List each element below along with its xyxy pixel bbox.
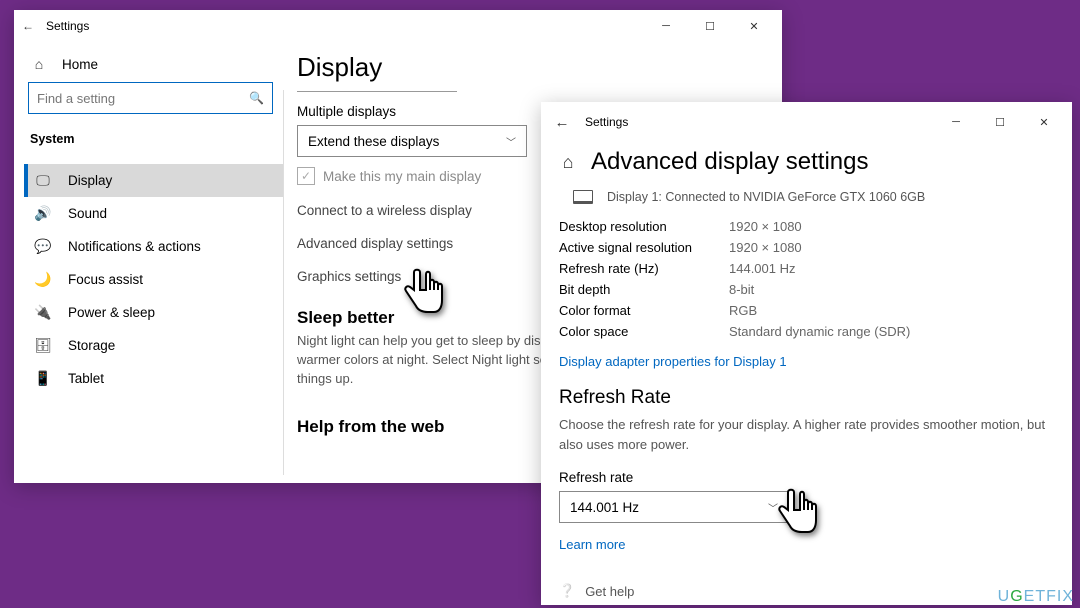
learn-more-link[interactable]: Learn more (559, 537, 1054, 552)
sidebar-icon: 🗄 (34, 337, 52, 354)
close-button[interactable]: ✕ (732, 11, 776, 41)
info-row: Color spaceStandard dynamic range (SDR) (559, 321, 1054, 342)
sidebar-item-label: Focus assist (68, 272, 143, 287)
page-title: Advanced display settings (591, 148, 869, 176)
info-row: Refresh rate (Hz)144.001 Hz (559, 258, 1054, 279)
section-label: System (24, 126, 283, 160)
sidebar-icon: 🌙 (34, 271, 52, 288)
page-title: Display (297, 52, 772, 83)
chevron-down-icon: ﹀ (506, 134, 516, 149)
advanced-settings-window: ← Settings ─ ☐ ✕ ⌂ Advanced display sett… (541, 102, 1072, 605)
sidebar-icon: 🔊 (34, 205, 52, 222)
search-input[interactable]: Find a setting 🔍 (28, 82, 273, 114)
close-button[interactable]: ✕ (1022, 107, 1066, 137)
multiple-displays-dropdown[interactable]: Extend these displays ﹀ (297, 125, 527, 157)
info-row: Color formatRGB (559, 300, 1054, 321)
display-connected-info: Display 1: Connected to NVIDIA GeForce G… (573, 190, 1054, 204)
info-value: Standard dynamic range (SDR) (729, 324, 910, 339)
info-value: 144.001 Hz (729, 261, 796, 276)
window-title: Settings (46, 19, 89, 33)
watermark: UGETFIX (998, 588, 1074, 606)
home-icon[interactable]: ⌂ (559, 152, 577, 173)
refresh-rate-label: Refresh rate (559, 470, 1054, 485)
sidebar-item-label: Tablet (68, 371, 104, 386)
info-key: Color space (559, 324, 729, 339)
sidebar-item-label: Storage (68, 338, 115, 353)
info-value: RGB (729, 303, 757, 318)
back-icon[interactable]: ← (20, 19, 36, 33)
home-button[interactable]: ⌂ Home (24, 50, 283, 82)
sidebar-item-label: Notifications & actions (68, 239, 201, 254)
display-connected-text: Display 1: Connected to NVIDIA GeForce G… (607, 190, 925, 204)
get-help-link[interactable]: ❔ Get help (559, 583, 634, 599)
maximize-button[interactable]: ☐ (978, 107, 1022, 137)
info-row: Bit depth8-bit (559, 279, 1054, 300)
info-value: 1920 × 1080 (729, 240, 802, 255)
info-row: Active signal resolution1920 × 1080 (559, 237, 1054, 258)
back-button[interactable]: ← (547, 114, 577, 131)
sidebar-item-notifications-actions[interactable]: 💬 Notifications & actions (24, 230, 283, 263)
refresh-rate-heading: Refresh Rate (559, 387, 1054, 409)
info-key: Refresh rate (Hz) (559, 261, 729, 276)
chevron-down-icon: ﹀ (768, 500, 778, 515)
sidebar-icon: 💬 (34, 238, 52, 255)
search-icon: 🔍 (249, 91, 264, 105)
info-key: Desktop resolution (559, 219, 729, 234)
help-icon: ❔ (559, 583, 575, 599)
home-icon: ⌂ (30, 56, 48, 72)
search-placeholder: Find a setting (37, 91, 115, 106)
titlebar: ← Settings ─ ☐ ✕ (541, 102, 1072, 142)
refresh-rate-dropdown[interactable]: 144.001 Hz ﹀ (559, 491, 789, 523)
sidebar-item-storage[interactable]: 🗄 Storage (24, 329, 283, 362)
maximize-button[interactable]: ☐ (688, 11, 732, 41)
refresh-rate-description: Choose the refresh rate for your display… (559, 415, 1054, 454)
info-key: Bit depth (559, 282, 729, 297)
sidebar: ⌂ Home Find a setting 🔍 System 🖵 Display 🔊… (14, 42, 283, 483)
make-main-label: Make this my main display (323, 169, 481, 184)
sidebar-item-label: Display (68, 173, 112, 188)
sidebar-item-display[interactable]: 🖵 Display (24, 164, 283, 197)
checkbox-icon: ✓ (297, 167, 315, 185)
sidebar-icon: 🔌 (34, 304, 52, 321)
monitor-icon (573, 190, 593, 204)
titlebar: ← Settings ─ ☐ ✕ (14, 10, 782, 42)
multiple-displays-value: Extend these displays (308, 134, 439, 149)
sidebar-item-label: Sound (68, 206, 107, 221)
minimize-button[interactable]: ─ (644, 11, 688, 41)
home-label: Home (62, 57, 98, 72)
info-value: 8-bit (729, 282, 754, 297)
sidebar-item-focus-assist[interactable]: 🌙 Focus assist (24, 263, 283, 296)
sidebar-item-power-sleep[interactable]: 🔌 Power & sleep (24, 296, 283, 329)
sidebar-item-tablet[interactable]: 📱 Tablet (24, 362, 283, 395)
sidebar-icon: 📱 (34, 370, 52, 387)
sidebar-item-sound[interactable]: 🔊 Sound (24, 197, 283, 230)
info-row: Desktop resolution1920 × 1080 (559, 216, 1054, 237)
refresh-rate-value: 144.001 Hz (570, 500, 639, 515)
info-key: Color format (559, 303, 729, 318)
window-title: Settings (585, 115, 628, 129)
minimize-button[interactable]: ─ (934, 107, 978, 137)
sidebar-item-label: Power & sleep (68, 305, 155, 320)
sidebar-icon: 🖵 (34, 172, 52, 189)
info-key: Active signal resolution (559, 240, 729, 255)
adapter-properties-link[interactable]: Display adapter properties for Display 1 (559, 354, 1054, 369)
info-value: 1920 × 1080 (729, 219, 802, 234)
